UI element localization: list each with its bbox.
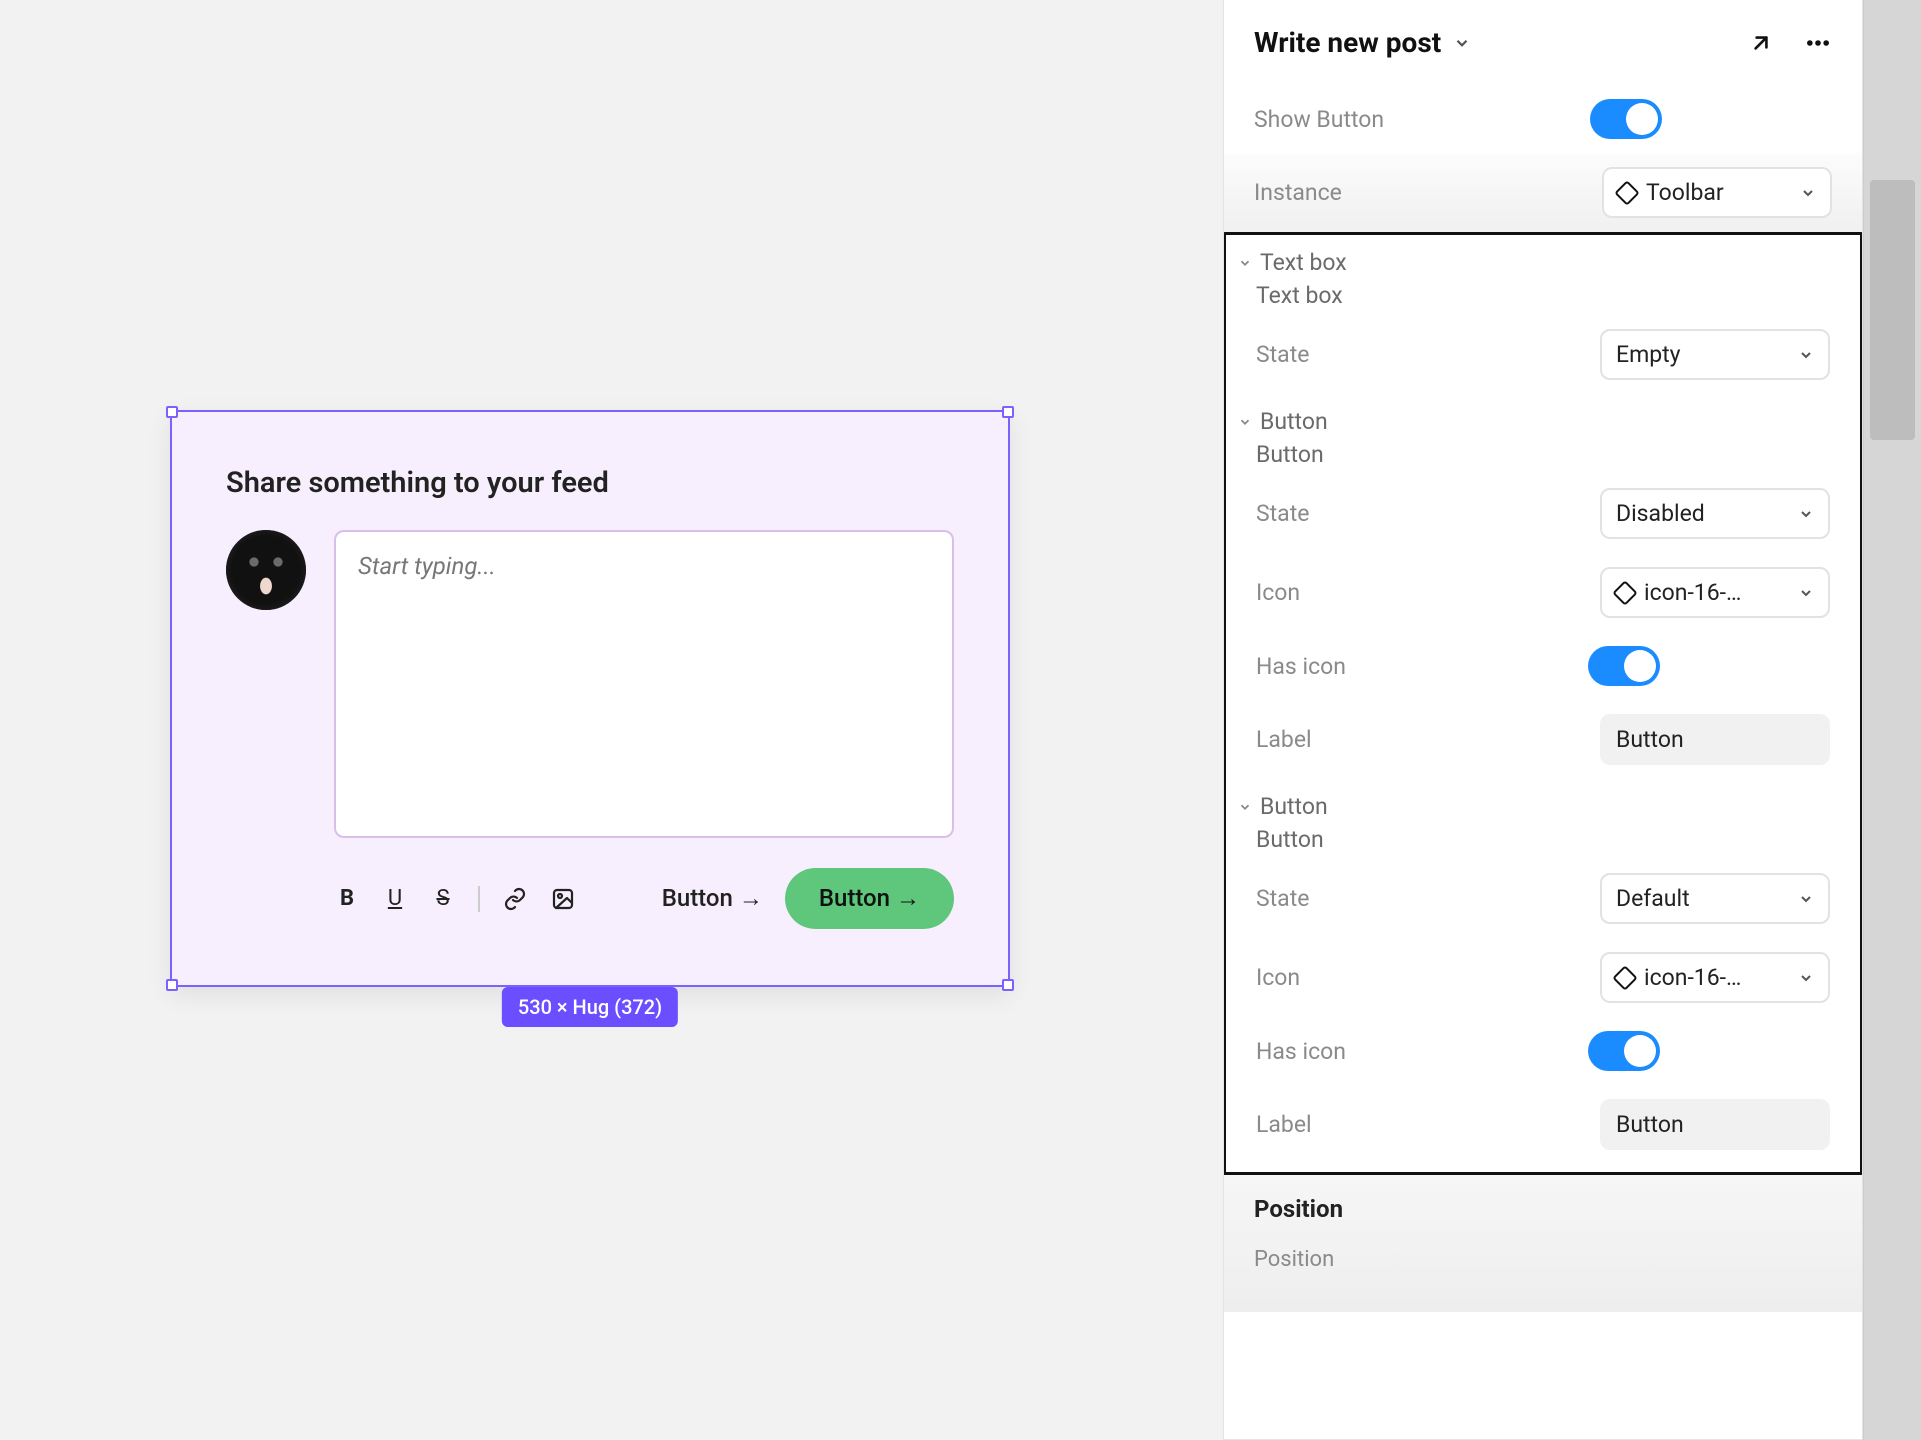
group-button1-title: Button (1260, 408, 1328, 435)
chevron-down-icon (1800, 185, 1816, 201)
strikethrough-icon[interactable]: S (430, 886, 456, 912)
instance-select[interactable]: Toolbar (1602, 167, 1832, 218)
position-section: Position Position (1224, 1175, 1862, 1312)
chevron-down-icon (1238, 800, 1252, 814)
chevron-down-icon (1798, 970, 1814, 986)
button1-label-input[interactable]: Button (1600, 714, 1830, 765)
chevron-down-icon (1798, 891, 1814, 907)
button1-hasicon-toggle[interactable] (1588, 646, 1660, 686)
textbox-state-select[interactable]: Empty (1600, 329, 1830, 380)
bold-icon[interactable]: B (334, 886, 360, 912)
group-button2-title: Button (1260, 793, 1328, 820)
component-icon (1612, 965, 1637, 990)
post-text-input[interactable]: Start typing... (334, 530, 954, 838)
selection-handle-bottom-right[interactable] (1002, 979, 1014, 991)
chevron-down-icon (1798, 347, 1814, 363)
prop-label-b1-icon: Icon (1256, 579, 1580, 606)
prop-button1-state: State Disabled (1226, 474, 1860, 553)
prop-label-b2-state: State (1256, 885, 1580, 912)
prop-show-button: Show Button (1224, 85, 1862, 153)
primary-button[interactable]: Button → (785, 868, 954, 929)
link-icon[interactable] (502, 886, 528, 912)
secondary-button-label: Button → (662, 884, 763, 913)
button2-state-value: Default (1616, 885, 1690, 912)
chevron-down-icon (1798, 506, 1814, 522)
group-textbox-child: Text box (1226, 276, 1860, 315)
nested-properties-panel: Text box Text box State Empty Button But… (1223, 232, 1863, 1175)
prop-label-b1-state: State (1256, 500, 1580, 527)
prop-label-b1-label: Label (1256, 726, 1580, 753)
position-sub-label: Position (1254, 1247, 1832, 1272)
more-icon[interactable] (1804, 29, 1832, 57)
textbox-state-value: Empty (1616, 341, 1681, 368)
selected-frame[interactable]: Share something to your feed Start typin… (170, 410, 1010, 987)
chevron-down-icon (1798, 585, 1814, 601)
selection-size-badge: 530 × Hug (372) (502, 987, 678, 1027)
prop-label-b2-label: Label (1256, 1111, 1580, 1138)
toolbar-separator (478, 886, 480, 912)
selection-handle-bottom-left[interactable] (166, 979, 178, 991)
button2-hasicon-toggle[interactable] (1588, 1031, 1660, 1071)
button2-icon-value: icon-16-… (1644, 964, 1741, 991)
underline-icon[interactable]: U (382, 886, 408, 912)
card-title: Share something to your feed (226, 466, 954, 500)
prop-button2-state: State Default (1226, 859, 1860, 938)
prop-button1-label: Label Button (1226, 700, 1860, 779)
inspector-title: Write new post (1254, 26, 1441, 59)
component-icon (1614, 180, 1639, 205)
prop-label-b2-icon: Icon (1256, 964, 1580, 991)
compose-row: Start typing... (226, 530, 954, 838)
group-button-2[interactable]: Button (1226, 779, 1860, 820)
format-toolbar: B U S Button → Button → (226, 868, 954, 929)
prop-button1-icon: Icon icon-16-… (1226, 553, 1860, 632)
show-button-toggle[interactable] (1590, 99, 1662, 139)
prop-label-show-button: Show Button (1254, 106, 1570, 133)
button1-icon-value: icon-16-… (1644, 579, 1741, 606)
group-button1-child: Button (1226, 435, 1860, 474)
chevron-down-icon (1238, 415, 1252, 429)
group-button2-child: Button (1226, 820, 1860, 859)
prop-label-b2-hasicon: Has icon (1256, 1038, 1568, 1065)
prop-button1-hasicon: Has icon (1226, 632, 1860, 700)
inspector-panel: Write new post Show Button Instance Tool… (1223, 0, 1863, 1440)
button1-state-value: Disabled (1616, 500, 1705, 527)
instance-select-value: Toolbar (1646, 179, 1724, 206)
card-content: Share something to your feed Start typin… (172, 412, 1008, 969)
prop-label-b1-hasicon: Has icon (1256, 653, 1568, 680)
prop-button2-label: Label Button (1226, 1085, 1860, 1172)
chevron-down-icon[interactable] (1453, 34, 1471, 52)
prop-instance: Instance Toolbar (1224, 153, 1862, 232)
prop-textbox-state: State Empty (1226, 315, 1860, 394)
button2-state-select[interactable]: Default (1600, 873, 1830, 924)
open-external-icon[interactable] (1748, 30, 1774, 56)
image-icon[interactable] (550, 886, 576, 912)
selection-handle-top-right[interactable] (1002, 406, 1014, 418)
button2-icon-select[interactable]: icon-16-… (1600, 952, 1830, 1003)
chevron-down-icon (1238, 256, 1252, 270)
group-textbox-title: Text box (1260, 249, 1347, 276)
button2-label-input[interactable]: Button (1600, 1099, 1830, 1150)
position-section-title: Position (1254, 1195, 1832, 1223)
primary-button-label: Button → (819, 884, 920, 913)
group-textbox[interactable]: Text box (1226, 235, 1860, 276)
prop-button2-icon: Icon icon-16-… (1226, 938, 1860, 1017)
scrollbar-track[interactable] (1863, 0, 1921, 1440)
inspector-header: Write new post (1224, 0, 1862, 85)
prop-label-textbox-state: State (1256, 341, 1580, 368)
format-icons: B U S (334, 886, 576, 912)
selection-handle-top-left[interactable] (166, 406, 178, 418)
avatar (226, 530, 306, 610)
secondary-button[interactable]: Button → (662, 884, 763, 913)
button1-state-select[interactable]: Disabled (1600, 488, 1830, 539)
prop-button2-hasicon: Has icon (1226, 1017, 1860, 1085)
component-icon (1612, 580, 1637, 605)
group-button-1[interactable]: Button (1226, 394, 1860, 435)
button1-icon-select[interactable]: icon-16-… (1600, 567, 1830, 618)
prop-label-instance: Instance (1254, 179, 1582, 206)
